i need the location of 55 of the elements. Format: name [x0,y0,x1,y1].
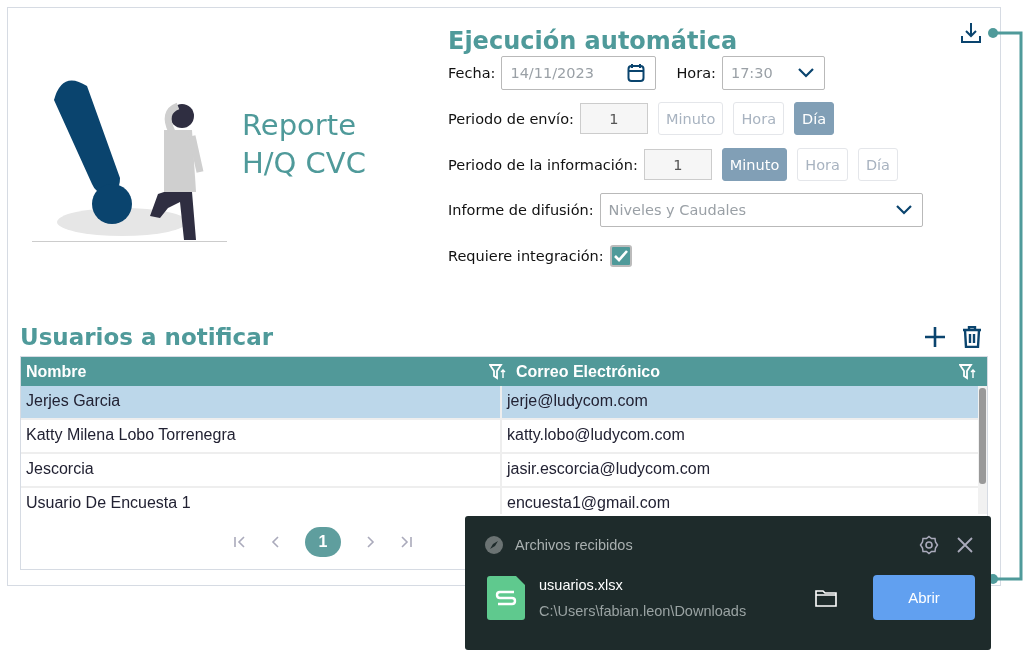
scrollbar-thumb[interactable] [979,388,986,484]
field-label: Periodo de la información: [448,156,638,173]
download-icon[interactable] [960,22,982,44]
page-button[interactable]: 1 [305,526,341,557]
file-path: C:\Users\fabian.leon\Downloads [539,602,748,619]
unit-toggle[interactable]: Día [857,148,898,181]
section-title: Ejecución automática [448,26,739,56]
unit-toggle[interactable]: Día [794,102,835,135]
unit-toggle[interactable]: Minuto [657,102,724,135]
table-cell: Jerjes Garcia [21,386,502,418]
date-field[interactable]: 14/11/2023 [501,56,657,90]
close-icon[interactable] [957,537,973,553]
field-label: Fecha: [448,65,496,81]
time-dropdown[interactable]: 17:30 [721,56,825,90]
field-label: Informe de difusión: [448,202,594,218]
file-name: usuarios.xlsx [539,576,624,593]
column-header: Correo Electrónico [516,362,661,381]
checkmark-icon [612,249,629,263]
notification-title: Archivos recibidos [515,537,634,553]
unit-toggle[interactable]: Hora [797,148,848,181]
table-cell-text: jasir.escorcia@ludycom.com [505,459,711,479]
calendar-icon [627,63,646,83]
report-dropdown[interactable]: Niveles y Caudales [599,193,923,227]
section-title: Usuarios a notificar [20,324,274,350]
table-cell: Katty Milena Lobo Torrenegra [21,420,502,452]
filter-icon[interactable] [489,363,507,380]
number-field[interactable]: 1 [643,149,712,180]
field-label: Requiere integración: [448,248,604,264]
table-row[interactable]: Katty Milena Lobo Torrenegra katty.lobo@ludycom.com [21,420,978,454]
last-page-icon[interactable] [399,534,413,549]
compass-icon [485,536,503,554]
first-page-icon[interactable] [233,534,247,549]
number-field[interactable]: 1 [579,103,648,134]
table-cell-text: katty.lobo@ludycom.com [506,425,686,445]
table-cell-text: jerje@ludycom.com [505,391,649,411]
filter-icon[interactable] [959,363,977,380]
spreadsheet-file-icon [487,575,525,620]
folder-icon[interactable] [815,588,837,607]
chevron-down-icon [797,68,814,78]
unit-toggle[interactable]: Minuto [721,148,788,181]
table-row[interactable]: Jerjes Garcia jerje@ludycom.com [21,386,978,420]
table-cell: Jescorcia [21,454,502,486]
open-button[interactable]: Abrir [873,575,975,620]
field-label: Periodo de envío: [448,110,574,127]
chevron-down-icon [895,205,912,215]
checkbox[interactable] [609,245,632,267]
table-row[interactable]: Jescorcia jasir.escorcia@ludycom.com [21,454,978,488]
table-cell-text: encuesta1@gmail.com [506,493,671,513]
column-header: Nombre [26,362,87,381]
trash-icon[interactable] [962,326,982,348]
unit-toggle[interactable]: Hora [733,102,784,135]
field-label: Hora: [676,65,716,81]
settings-icon[interactable] [919,535,939,555]
report-title: Reporte H/Q CVC [242,107,367,182]
add-icon[interactable] [924,326,946,348]
